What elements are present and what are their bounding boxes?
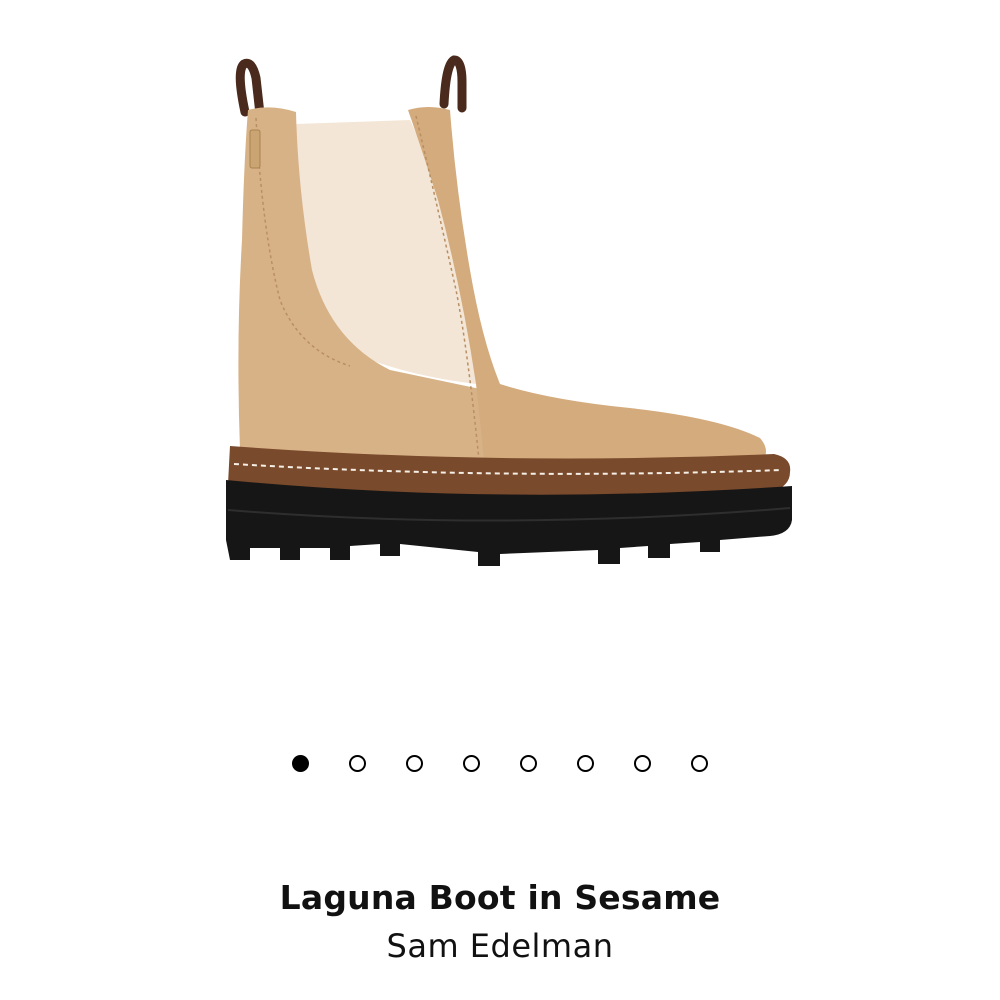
product-title: Laguna Boot in Sesame — [279, 878, 721, 917]
carousel-dot-4[interactable] — [463, 754, 480, 772]
front-pull-tab — [439, 55, 467, 113]
carousel-dot-5[interactable] — [520, 754, 537, 772]
carousel-dot-3[interactable] — [406, 754, 423, 772]
carousel-dot-7[interactable] — [634, 754, 651, 772]
boot-illustration — [226, 55, 792, 566]
product-brand[interactable]: Sam Edelman — [0, 927, 1000, 965]
carousel-dot-6[interactable] — [577, 754, 594, 772]
image-carousel-indicators — [0, 751, 1000, 775]
rear-pull-tab — [235, 58, 265, 119]
carousel-dot-8[interactable] — [691, 754, 708, 772]
logo-hardware — [249, 129, 261, 169]
carousel-dot-1[interactable] — [292, 754, 309, 772]
product-image[interactable] — [200, 40, 820, 600]
carousel-dot-2[interactable] — [349, 754, 366, 772]
